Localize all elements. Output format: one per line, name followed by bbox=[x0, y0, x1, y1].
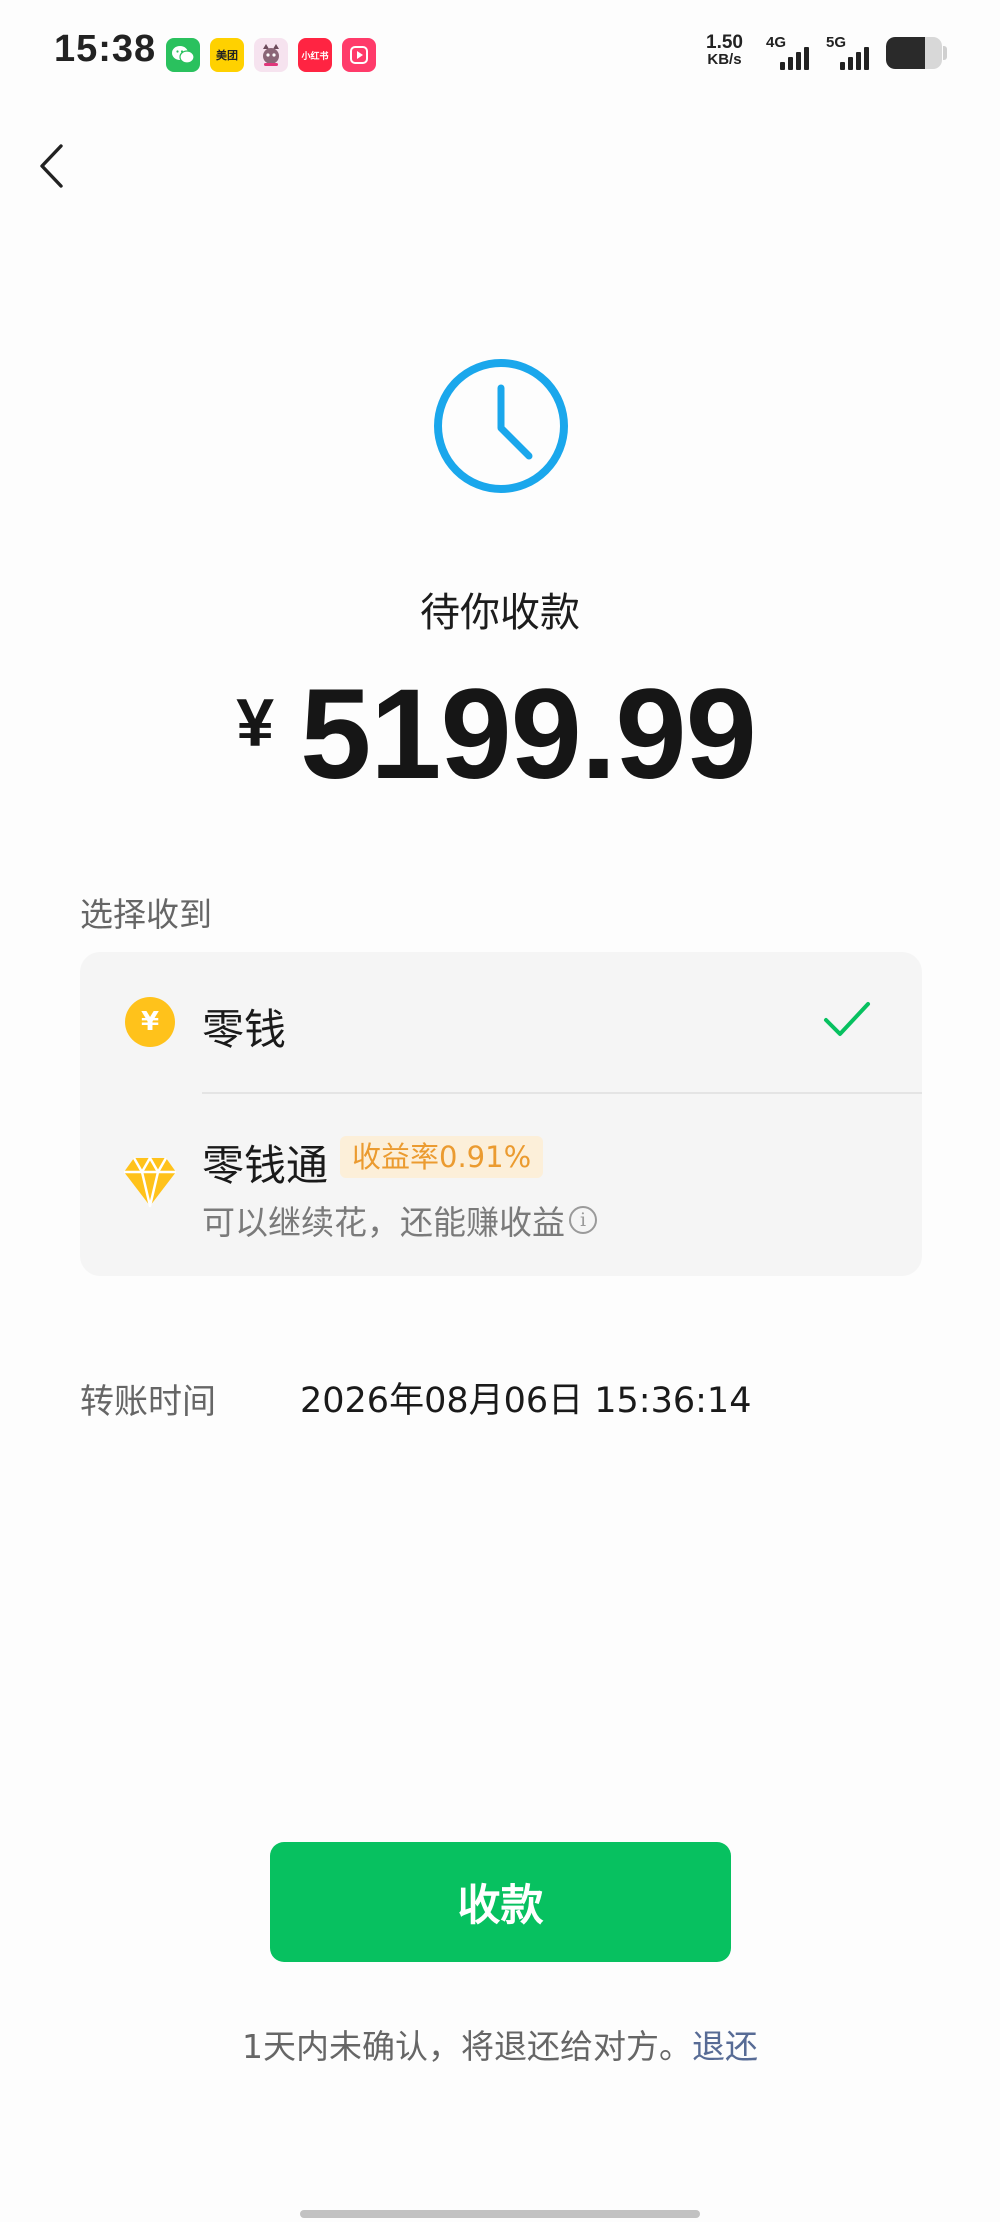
receive-options-card: ¥ 零钱 零钱通 收益率0.91% 可以继续花，还能赚收益 i bbox=[80, 952, 922, 1276]
option-licaitong-description: 可以继续花，还能赚收益 i bbox=[202, 1196, 597, 1244]
signal-5g: 5G bbox=[826, 34, 870, 72]
option-licaitong[interactable]: 零钱通 收益率0.91% 可以继续花，还能赚收益 i bbox=[80, 1094, 922, 1276]
battery-level bbox=[886, 37, 926, 69]
option-licaitong-label: 零钱通 bbox=[202, 1141, 329, 1190]
signal-4g: 4G bbox=[766, 34, 810, 72]
video-app-icon bbox=[342, 38, 376, 72]
receive-button[interactable]: 收款 bbox=[270, 1842, 731, 1962]
status-bar: 15:38 美团 小红书 1.50 KB/s 4G 5G bbox=[0, 0, 1000, 110]
transfer-time-value: 2026年08月06日 15:36:14 bbox=[300, 1381, 752, 1421]
amount-value: 5199.99 bbox=[300, 663, 757, 806]
battery-icon bbox=[886, 37, 942, 69]
currency-symbol: ¥ bbox=[236, 685, 275, 761]
signal-bars-icon bbox=[840, 47, 869, 70]
clock-icon bbox=[434, 359, 568, 493]
info-icon[interactable]: i bbox=[569, 1206, 597, 1234]
chevron-left-icon bbox=[40, 144, 63, 188]
notification-app-icons: 美团 小红书 bbox=[166, 38, 376, 72]
return-link[interactable]: 退还 bbox=[692, 2027, 758, 2066]
checkmark-icon bbox=[824, 1002, 870, 1036]
option-balance[interactable]: ¥ 零钱 bbox=[80, 952, 922, 1092]
network-speed: 1.50 KB/s bbox=[706, 32, 743, 68]
option-balance-label: 零钱 bbox=[202, 1005, 287, 1054]
status-title: 待你收款 bbox=[420, 590, 580, 636]
transfer-time-label: 转账时间 bbox=[80, 1382, 216, 1422]
receive-to-label: 选择收到 bbox=[80, 895, 212, 934]
home-indicator[interactable] bbox=[300, 2210, 700, 2218]
xiaohongshu-app-icon: 小红书 bbox=[298, 38, 332, 72]
status-time: 15:38 bbox=[54, 28, 157, 70]
mascot-app-icon bbox=[254, 38, 288, 72]
yen-coin-icon: ¥ bbox=[125, 997, 175, 1047]
network-speed-unit: KB/s bbox=[707, 51, 742, 68]
yield-rate-badge: 收益率0.91% bbox=[340, 1136, 544, 1178]
option-licaitong-description-text: 可以继续花，还能赚收益 bbox=[202, 1203, 565, 1242]
auto-return-notice: 1天内未确认，将退还给对方。退还 bbox=[0, 2020, 1000, 2068]
network-speed-value: 1.50 bbox=[706, 32, 743, 53]
amount: ¥ 5199.99 bbox=[0, 663, 1000, 806]
wechat-app-icon bbox=[166, 38, 200, 72]
meituan-app-icon: 美团 bbox=[210, 38, 244, 72]
battery-tip bbox=[943, 46, 947, 60]
auto-return-notice-text: 1天内未确认，将退还给对方。 bbox=[242, 2027, 692, 2066]
back-button[interactable] bbox=[26, 136, 76, 196]
diamond-icon bbox=[124, 1156, 176, 1208]
signal-bars-icon bbox=[780, 47, 809, 70]
